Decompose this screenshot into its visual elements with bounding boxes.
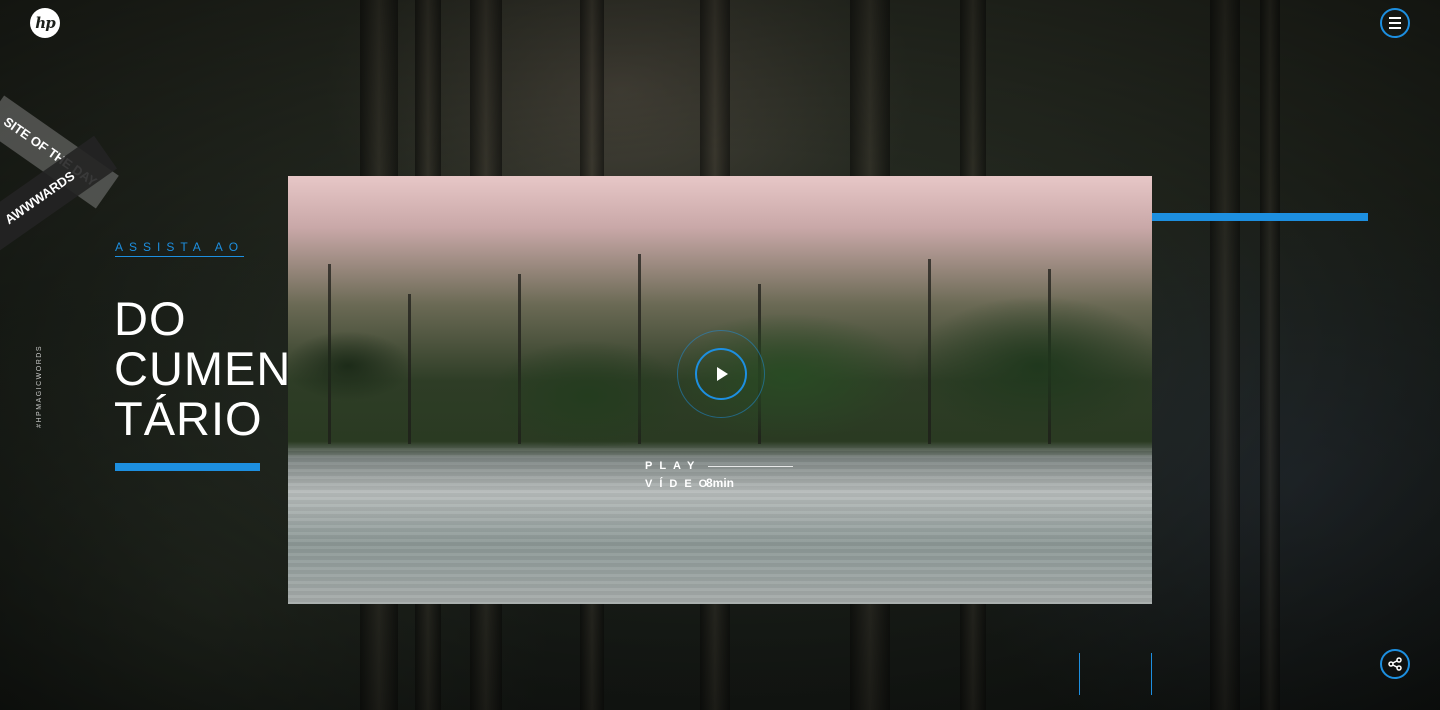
play-label-line2: VÍDEO (645, 478, 715, 490)
hero-kicker: ASSISTA AO (115, 240, 245, 257)
play-label-divider (708, 466, 793, 467)
headline-line: CUMEN (114, 342, 292, 395)
play-icon (717, 367, 728, 381)
awwwards-ribbon[interactable]: SITE OF THE DAY AWWWARDS (0, 95, 140, 261)
video-water (288, 448, 1152, 604)
play-button[interactable] (677, 330, 765, 418)
headline-line: TÁRIO (114, 392, 263, 445)
share-button[interactable] (1380, 649, 1410, 679)
accent-bar-left (115, 463, 260, 471)
play-label-line1: PLAY (645, 460, 702, 472)
hashtag-label: #HPMAGICWORDS (36, 345, 43, 428)
play-circle (695, 348, 747, 400)
video-duration: 8min (706, 476, 735, 490)
play-video-label[interactable]: PLAY VÍDEO (645, 457, 714, 493)
hp-logo[interactable]: hp (30, 8, 60, 38)
hero-headline: DO CUMEN TÁRIO (114, 294, 291, 444)
menu-button[interactable] (1380, 8, 1410, 38)
logo-text: hp (35, 14, 55, 32)
hamburger-icon (1389, 16, 1401, 31)
share-icon (1388, 657, 1402, 671)
video-player[interactable]: PLAY VÍDEO 8min (288, 176, 1152, 604)
headline-line: DO (114, 292, 187, 345)
